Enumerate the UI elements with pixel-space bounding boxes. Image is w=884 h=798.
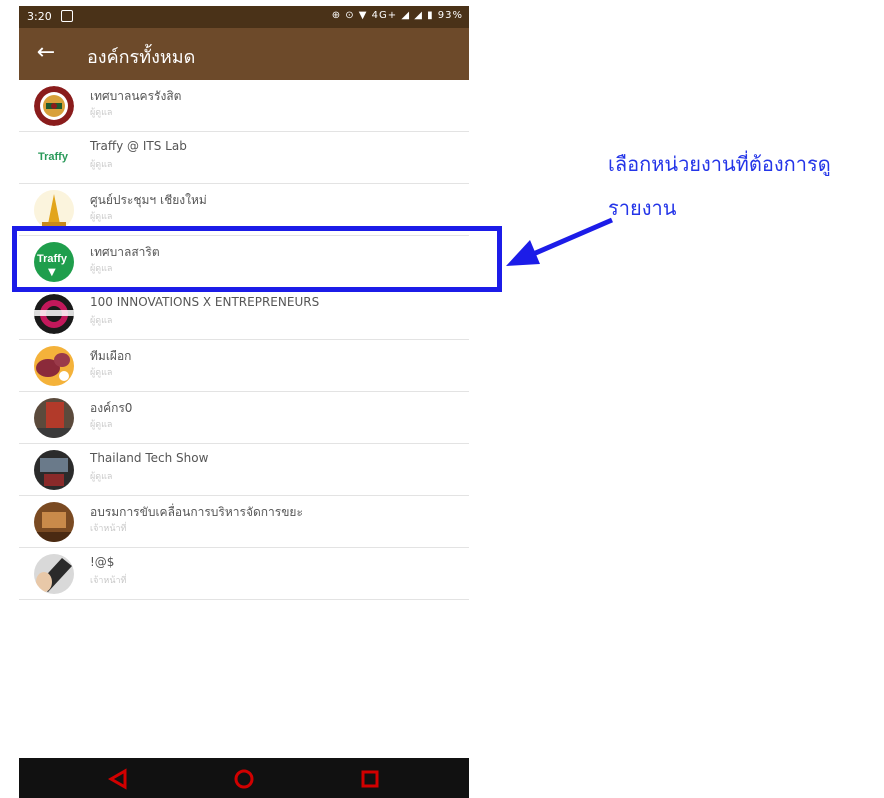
annotation-line-2: รายงาน (608, 196, 677, 220)
list-item[interactable]: เทศบาลนครรังสิต ผู้ดูแล (19, 80, 469, 132)
organization-name: องค์กร0 (90, 401, 133, 415)
organization-name: ศูนย์ประชุมฯ เชียงใหม่ (90, 193, 207, 207)
organization-list: เทศบาลนครรังสิต ผู้ดูแล Traffy Traffy @ … (19, 80, 469, 760)
back-triangle-icon[interactable] (107, 768, 129, 790)
app-bar: ← องค์กรทั้งหมด (19, 28, 469, 80)
organization-name: อบรมการขับเคลื่อนการบริหารจัดการขยะ (90, 505, 303, 519)
organization-role: ผู้ดูแล (90, 212, 113, 222)
recents-square-icon[interactable] (359, 768, 381, 790)
organization-role: ผู้ดูแล (90, 160, 113, 170)
photo-avatar (34, 554, 74, 594)
organization-name: ทีมเผือก (90, 349, 132, 363)
image-notification-icon (61, 10, 73, 22)
list-item[interactable]: ทีมเผือก ผู้ดูแล (19, 340, 469, 392)
pagoda-avatar (34, 190, 74, 230)
status-time: 3:20 (27, 10, 52, 23)
innovations-avatar (34, 294, 74, 334)
organization-role: ผู้ดูแล (90, 472, 113, 482)
organization-role: ผู้ดูแล (90, 368, 113, 378)
list-item[interactable]: อบรมการขับเคลื่อนการบริหารจัดการขยะ เจ้า… (19, 496, 469, 548)
organization-role: ผู้ดูแล (90, 420, 113, 430)
organization-role: เจ้าหน้าที่ (90, 524, 127, 534)
organization-name: เทศบาลนครรังสิต (90, 89, 182, 103)
organization-role: ผู้ดูแล (90, 108, 113, 118)
back-arrow-icon[interactable]: ← (33, 40, 59, 66)
organization-role: ผู้ดูแล (90, 316, 113, 326)
status-indicators: ⊕ ⊙ ▼ 4G+ ◢ ◢ ▮ 93% (331, 10, 463, 21)
home-circle-icon[interactable] (233, 768, 255, 790)
pointer-arrow-icon (506, 217, 613, 266)
seal-avatar (34, 86, 74, 126)
list-item[interactable]: องค์กร0 ผู้ดูแล (19, 392, 469, 444)
organization-name: 100 INNOVATIONS X ENTREPRENEURS (90, 295, 320, 309)
organization-name: Thailand Tech Show (90, 451, 209, 465)
traffy-logo-text: Traffy (38, 151, 68, 163)
organization-name: Traffy @ ITS Lab (90, 139, 187, 153)
highlight-box (12, 226, 502, 292)
list-item[interactable]: 100 INNOVATIONS X ENTREPRENEURS ผู้ดูแล (19, 288, 469, 340)
traffy-logo-avatar: Traffy (34, 138, 74, 178)
annotation-text: เลือกหน่วยงานที่ต้องการดู รายงาน (608, 142, 878, 230)
organization-role: เจ้าหน้าที่ (90, 576, 127, 586)
list-item[interactable]: Traffy Traffy @ ITS Lab ผู้ดูแล (19, 132, 469, 184)
phone-screen: 3:20 ⊕ ⊙ ▼ 4G+ ◢ ◢ ▮ 93% ← องค์กรทั้งหมด… (19, 6, 469, 798)
photo-avatar (34, 398, 74, 438)
list-item[interactable]: Thailand Tech Show ผู้ดูแล (19, 444, 469, 496)
annotation-line-1: เลือกหน่วยงานที่ต้องการดู (608, 152, 831, 176)
photo-avatar (34, 502, 74, 542)
taro-avatar (34, 346, 74, 386)
photo-avatar (34, 450, 74, 490)
organization-name: !@$ (90, 555, 115, 569)
page-title: องค์กรทั้งหมด (87, 47, 196, 68)
list-item[interactable]: !@$ เจ้าหน้าที่ (19, 548, 469, 600)
status-bar: 3:20 ⊕ ⊙ ▼ 4G+ ◢ ◢ ▮ 93% (19, 6, 469, 28)
android-nav-bar (19, 758, 469, 798)
